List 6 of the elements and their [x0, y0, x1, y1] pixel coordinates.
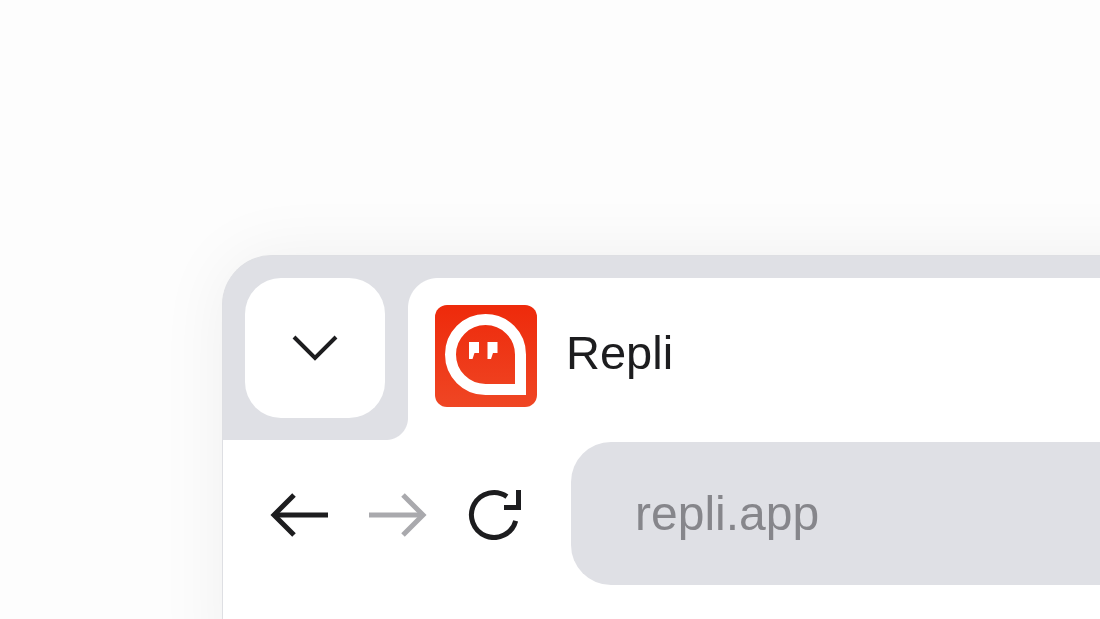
chevron-down-icon — [292, 335, 338, 361]
reload-icon — [468, 488, 522, 540]
app-logo-icon — [435, 305, 537, 407]
browser-tab[interactable]: Repli — [386, 278, 1100, 440]
reload-button[interactable] — [468, 488, 522, 540]
back-button[interactable] — [270, 492, 328, 538]
